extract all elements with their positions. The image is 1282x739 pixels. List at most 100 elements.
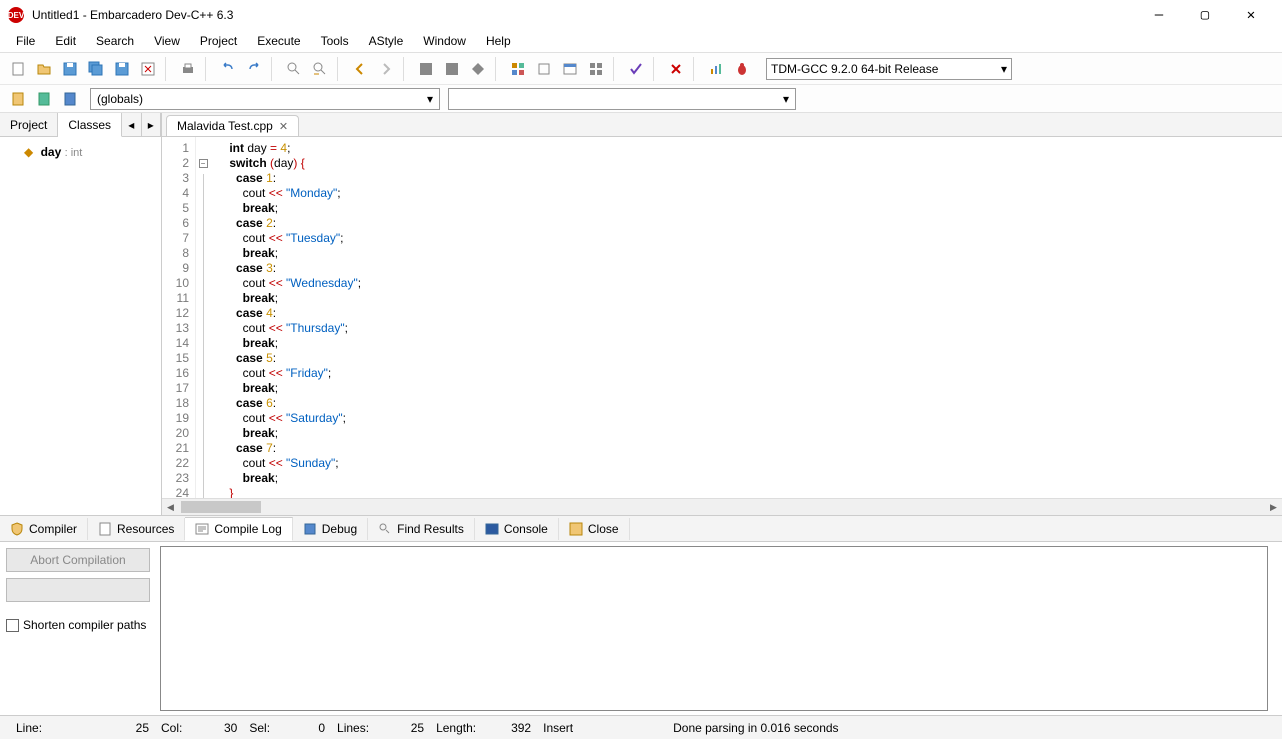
close-tab-icon[interactable]: ✕ (279, 120, 288, 133)
member-combo[interactable]: ▾ (448, 88, 796, 110)
line-gutter: 1234567891011121314151617181920212223242… (162, 137, 196, 498)
toolbar-separator (613, 57, 619, 81)
tab-resources[interactable]: Resources (88, 518, 185, 540)
menu-help[interactable]: Help (478, 32, 519, 50)
menu-project[interactable]: Project (192, 32, 245, 50)
save-icon (569, 522, 583, 536)
print-icon[interactable] (176, 57, 200, 81)
save-as-icon[interactable] (110, 57, 134, 81)
menu-execute[interactable]: Execute (249, 32, 308, 50)
menu-search[interactable]: Search (88, 32, 142, 50)
redo-icon[interactable] (242, 57, 266, 81)
page-icon (98, 522, 112, 536)
bookmark-prev-icon[interactable] (32, 87, 56, 111)
check-icon[interactable] (624, 57, 648, 81)
find-icon[interactable] (282, 57, 306, 81)
status-col-value: 30 (224, 721, 237, 735)
status-length-label: Length: (436, 721, 476, 735)
tab-find-results[interactable]: Find Results (368, 518, 475, 540)
menu-file[interactable]: File (8, 32, 43, 50)
fold-column: − (196, 137, 210, 498)
toolbar-separator (495, 57, 501, 81)
menu-tools[interactable]: Tools (313, 32, 357, 50)
grid-icon[interactable] (584, 57, 608, 81)
status-lines-label: Lines: (337, 721, 369, 735)
tab-classes[interactable]: Classes (58, 113, 122, 137)
scroll-right-icon[interactable]: ▶ (1265, 499, 1282, 515)
toolbar-separator (165, 57, 171, 81)
replace-icon[interactable] (308, 57, 332, 81)
tab-console[interactable]: Console (475, 518, 559, 540)
code-content[interactable]: int day = 4; switch (day) { case 1: cout… (210, 137, 1282, 498)
compiler-select-value: TDM-GCC 9.2.0 64-bit Release (771, 62, 938, 76)
tab-compiler[interactable]: Compiler (0, 518, 88, 540)
save-all-icon[interactable] (84, 57, 108, 81)
save-icon[interactable] (58, 57, 82, 81)
window-icon[interactable] (558, 57, 582, 81)
tab-nav-right-icon[interactable]: ▸ (142, 113, 161, 136)
statusbar: Line: 25 Col: 30 Sel: 0 Lines: 25 Length… (0, 715, 1282, 739)
menu-edit[interactable]: Edit (47, 32, 84, 50)
goto-forward-icon[interactable] (374, 57, 398, 81)
scroll-thumb[interactable] (181, 501, 261, 513)
main-toolbar: TDM-GCC 9.2.0 64-bit Release ▾ (0, 52, 1282, 84)
code-editor[interactable]: 1234567891011121314151617181920212223242… (162, 137, 1282, 498)
toolbar-separator (693, 57, 699, 81)
shield-icon (10, 522, 24, 536)
titlebar: DEV Untitled1 - Embarcadero Dev-C++ 6.3 … (0, 0, 1282, 30)
variable-icon: ◆ (24, 145, 33, 159)
close-button[interactable]: ✕ (1228, 0, 1274, 30)
tab-debug[interactable]: Debug (293, 518, 368, 540)
profile-icon[interactable] (704, 57, 728, 81)
editor-tab[interactable]: Malavida Test.cpp ✕ (166, 115, 299, 136)
bookmark-toggle-icon[interactable] (6, 87, 30, 111)
status-message: Done parsing in 0.016 seconds (673, 721, 838, 735)
class-tree-type: : int (65, 147, 83, 159)
maximize-button[interactable]: ▢ (1182, 0, 1228, 30)
scope-combo[interactable]: (globals) ▾ (90, 88, 440, 110)
tab-project[interactable]: Project (0, 113, 58, 136)
undo-icon[interactable] (216, 57, 240, 81)
class-tree[interactable]: ◆ day : int (0, 137, 161, 515)
close-file-icon[interactable] (136, 57, 160, 81)
goto-back-icon[interactable] (348, 57, 372, 81)
rebuild-icon[interactable] (506, 57, 530, 81)
abort-compilation-button[interactable]: Abort Compilation (6, 548, 150, 572)
compile-icon[interactable] (414, 57, 438, 81)
horizontal-scrollbar[interactable]: ◀ ▶ (162, 498, 1282, 515)
window-title: Untitled1 - Embarcadero Dev-C++ 6.3 (32, 8, 1136, 22)
checkbox-icon[interactable] (6, 619, 19, 632)
log-icon (195, 522, 209, 536)
menu-view[interactable]: View (146, 32, 188, 50)
compiler-select[interactable]: TDM-GCC 9.2.0 64-bit Release ▾ (766, 58, 1012, 80)
compile-log-area[interactable] (160, 546, 1268, 711)
secondary-toolbar: (globals) ▾ ▾ (0, 84, 1282, 112)
editor-tabs: Malavida Test.cpp ✕ (162, 113, 1282, 137)
status-sel-value: 0 (318, 721, 325, 735)
bottom-tabs: Compiler Resources Compile Log Debug Fin… (0, 516, 1282, 542)
debug-icon (303, 522, 317, 536)
toolbar-separator (271, 57, 277, 81)
bug-icon[interactable] (730, 57, 754, 81)
chevron-down-icon: ▾ (1001, 62, 1007, 76)
open-file-icon[interactable] (32, 57, 56, 81)
debug-icon[interactable] (532, 57, 556, 81)
toolbar-separator (337, 57, 343, 81)
tab-compile-log[interactable]: Compile Log (185, 517, 292, 541)
tab-nav-left-icon[interactable]: ◂ (122, 113, 141, 136)
menu-astyle[interactable]: AStyle (361, 32, 412, 50)
status-lines-value: 25 (411, 721, 424, 735)
left-panel: Project Classes ◂ ▸ ◆ day : int (0, 113, 162, 515)
minimize-button[interactable]: — (1136, 0, 1182, 30)
menu-window[interactable]: Window (415, 32, 474, 50)
delete-icon[interactable] (664, 57, 688, 81)
compile-run-icon[interactable] (466, 57, 490, 81)
new-file-icon[interactable] (6, 57, 30, 81)
empty-button[interactable] (6, 578, 150, 602)
bookmark-next-icon[interactable] (58, 87, 82, 111)
class-tree-item[interactable]: ◆ day : int (4, 143, 157, 161)
tab-close[interactable]: Close (559, 518, 630, 540)
shorten-paths-check[interactable]: Shorten compiler paths (6, 618, 150, 632)
run-icon[interactable] (440, 57, 464, 81)
scroll-left-icon[interactable]: ◀ (162, 499, 179, 515)
